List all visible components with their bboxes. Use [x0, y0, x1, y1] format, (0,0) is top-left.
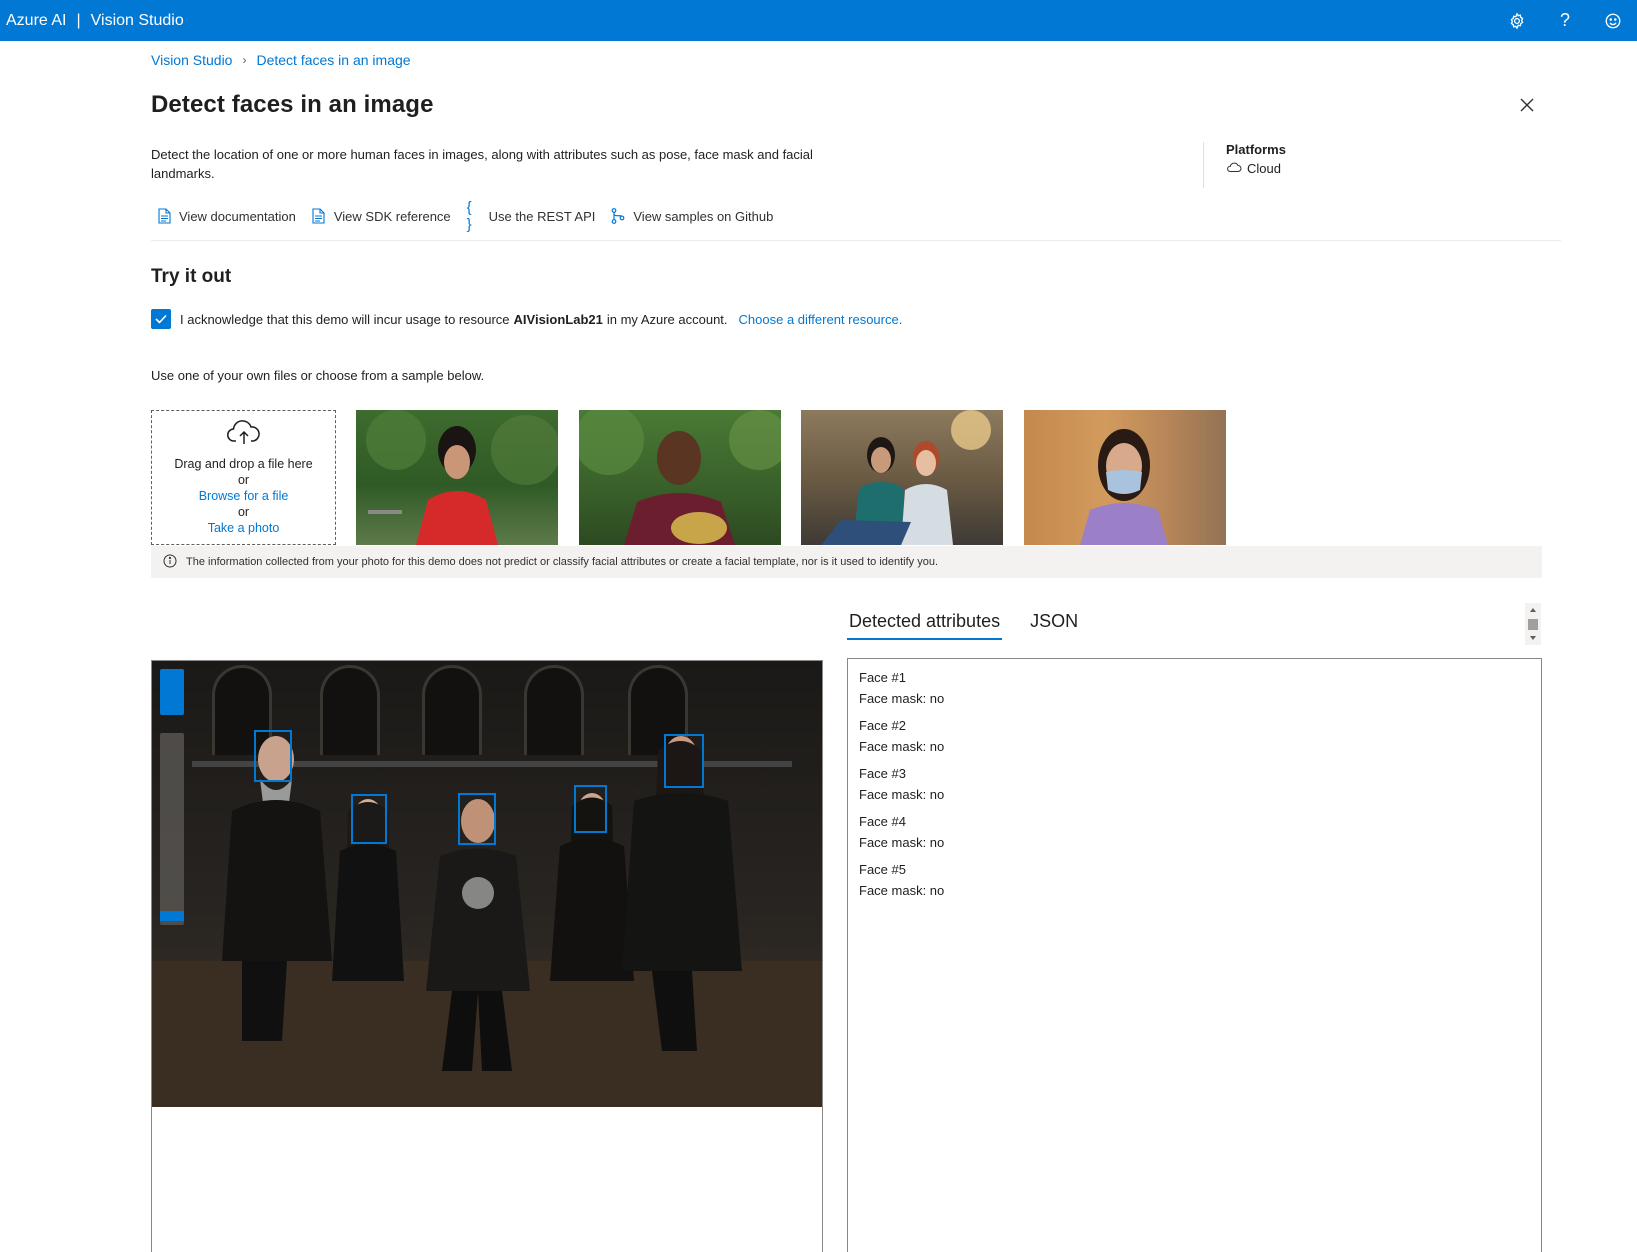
zoom-slider-track[interactable] [160, 733, 184, 925]
or-text: or [237, 472, 250, 487]
close-icon[interactable] [1517, 95, 1537, 115]
document-icon [312, 208, 326, 224]
face-box-5[interactable] [664, 734, 704, 788]
resource-links: View documentation View SDK reference { … [157, 199, 773, 233]
list-item: Face #3 Face mask: no [859, 763, 1530, 805]
cloud-upload-icon [226, 419, 262, 450]
scrollbar[interactable] [1525, 603, 1541, 645]
breadcrumb-current-link[interactable]: Detect faces in an image [256, 52, 410, 68]
choose-resource-link[interactable]: Choose a different resource. [739, 312, 903, 327]
face-box-4[interactable] [574, 785, 607, 833]
platforms-title: Platforms [1226, 142, 1286, 157]
page-title: Detect faces in an image [151, 91, 434, 118]
chevron-right-icon: › [242, 53, 247, 67]
or-text: or [237, 504, 250, 519]
link-label: Use the REST API [488, 208, 596, 224]
brand[interactable]: Azure AI | Vision Studio [0, 12, 184, 30]
platform-value: Cloud [1247, 161, 1281, 176]
face-label: Face #1 [859, 670, 906, 685]
sample-image-3[interactable] [801, 410, 1003, 545]
face-mask-value: Face mask: no [859, 739, 945, 754]
branch-icon [611, 208, 625, 224]
use-rest-api-link[interactable]: { } Use the REST API [466, 199, 596, 233]
resource-name: AIVisionLab21 [513, 311, 603, 327]
cloud-icon [1226, 161, 1242, 176]
divider [151, 240, 1561, 241]
drag-drop-text: Drag and drop a file here [174, 456, 313, 471]
face-mask-value: Face mask: no [859, 883, 945, 898]
list-item: Face #5 Face mask: no [859, 859, 1530, 901]
ack-suffix: in my Azure account. [606, 311, 728, 327]
acknowledge-row: I acknowledge that this demo will incur … [151, 309, 902, 329]
face-mask-value: Face mask: no [859, 787, 945, 802]
view-samples-github-link[interactable]: View samples on Github [611, 208, 773, 224]
list-item: Face #4 Face mask: no [859, 811, 1530, 853]
view-documentation-link[interactable]: View documentation [157, 208, 296, 224]
ack-prefix: I acknowledge that this demo will incur … [180, 311, 510, 327]
info-text: The information collected from your phot… [186, 556, 939, 568]
analyzed-photo [152, 661, 822, 1107]
list-item: Face #2 Face mask: no [859, 715, 1530, 757]
face-label: Face #3 [859, 766, 906, 781]
product-name: Vision Studio [90, 11, 184, 29]
sample-image-1[interactable] [356, 410, 558, 545]
result-tabs: Detected attributes JSON [847, 611, 1080, 640]
face-box-1[interactable] [254, 730, 292, 782]
braces-icon: { } [466, 199, 472, 233]
sample-image-4[interactable] [1024, 410, 1226, 545]
face-mask-value: Face mask: no [859, 835, 945, 850]
detected-attributes-list: Face #1 Face mask: no Face #2 Face mask:… [847, 658, 1542, 1252]
face-label: Face #5 [859, 862, 906, 877]
browse-file-link[interactable]: Browse for a file [199, 488, 289, 504]
document-icon [157, 208, 171, 224]
info-icon [163, 554, 177, 571]
link-label: View samples on Github [633, 208, 774, 224]
platforms-panel: Platforms Cloud [1203, 142, 1286, 188]
breadcrumb: Vision Studio › Detect faces in an image [151, 52, 411, 68]
acknowledge-checkbox[interactable] [151, 309, 171, 329]
brand-separator: | [76, 11, 81, 29]
use-files-text: Use one of your own files or choose from… [151, 368, 485, 383]
sample-image-2[interactable] [579, 410, 781, 545]
view-sdk-reference-link[interactable]: View SDK reference [312, 208, 451, 224]
zoom-buttons[interactable] [160, 669, 184, 715]
photo-people-illustration [152, 736, 822, 1107]
platform-cloud: Cloud [1226, 161, 1286, 176]
tab-detected-attributes[interactable]: Detected attributes [847, 611, 1003, 640]
zoom-slider-thumb[interactable] [160, 911, 184, 921]
face-mask-value: Face mask: no [859, 691, 945, 706]
face-label: Face #4 [859, 814, 906, 829]
settings-icon[interactable] [1493, 0, 1541, 41]
tab-json[interactable]: JSON [1028, 611, 1080, 640]
help-icon[interactable]: ? [1541, 0, 1589, 41]
try-it-out-title: Try it out [151, 266, 232, 287]
feedback-smiley-icon[interactable] [1589, 0, 1637, 41]
face-box-3[interactable] [458, 793, 496, 845]
brand-name: Azure AI [6, 11, 67, 29]
link-label: View SDK reference [333, 208, 451, 224]
take-photo-link[interactable]: Take a photo [208, 520, 280, 536]
list-item: Face #1 Face mask: no [859, 667, 1530, 709]
link-label: View documentation [179, 208, 296, 224]
image-preview-panel [151, 660, 823, 1252]
face-box-2[interactable] [351, 794, 387, 844]
privacy-info-bar: The information collected from your phot… [151, 546, 1542, 578]
page-description: Detect the location of one or more human… [151, 147, 813, 181]
top-bar: Azure AI | Vision Studio ? [0, 0, 1637, 41]
upload-dropzone[interactable]: Drag and drop a file here or Browse for … [151, 410, 336, 545]
breadcrumb-root-link[interactable]: Vision Studio [151, 52, 232, 68]
face-label: Face #2 [859, 718, 906, 733]
